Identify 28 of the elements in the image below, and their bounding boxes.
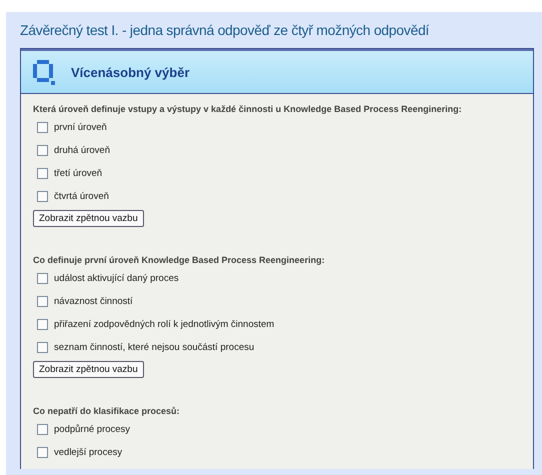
panel-title: Vícenásobný výběr: [71, 64, 190, 80]
option-label: druhá úroveň: [54, 145, 110, 156]
checkbox[interactable]: [37, 145, 48, 156]
feedback-button[interactable]: Zobrazit zpětnou vazbu: [33, 361, 144, 378]
question-text: Co definuje první úroveň Knowledge Based Process Reengineering:: [33, 255, 326, 265]
option-label: podpůrné procesy: [54, 424, 130, 435]
option-label: třetí úroveň: [54, 168, 102, 179]
option-label: přiřazení zodpovědných rolí k jednotlivým činnostem: [54, 319, 274, 330]
option-label: událost aktivující daný proces: [54, 273, 179, 284]
option-label: čtvrtá úroveň: [54, 191, 109, 202]
option-label: seznam činností, které nejsou součástí procesu: [54, 342, 254, 353]
checkbox[interactable]: [37, 319, 48, 330]
checkbox[interactable]: [37, 296, 48, 307]
checkbox[interactable]: [37, 191, 48, 202]
panel-icon: [31, 58, 57, 86]
question-text: Která úroveň definuje vstupy a výstupy v každé činnosti u Knowledge Based Process Reenginering:: [33, 104, 463, 114]
question-text: Co nepatří do klasifikace procesů:: [33, 406, 181, 416]
checkbox[interactable]: [37, 168, 48, 179]
option-label: vedlejší procesy: [54, 447, 122, 458]
checkbox[interactable]: [37, 122, 48, 133]
checkbox[interactable]: [37, 273, 48, 284]
checkbox[interactable]: [37, 447, 48, 458]
checkbox[interactable]: [37, 342, 48, 353]
feedback-button[interactable]: Zobrazit zpětnou vazbu: [33, 210, 144, 227]
page-title: Závěrečný test I. - jedna správná odpověď ze čtyř možných odpovědí: [20, 22, 430, 38]
checkbox[interactable]: [37, 424, 48, 435]
option-label: návaznost činností: [54, 296, 133, 307]
option-label: první úroveň: [54, 122, 107, 133]
